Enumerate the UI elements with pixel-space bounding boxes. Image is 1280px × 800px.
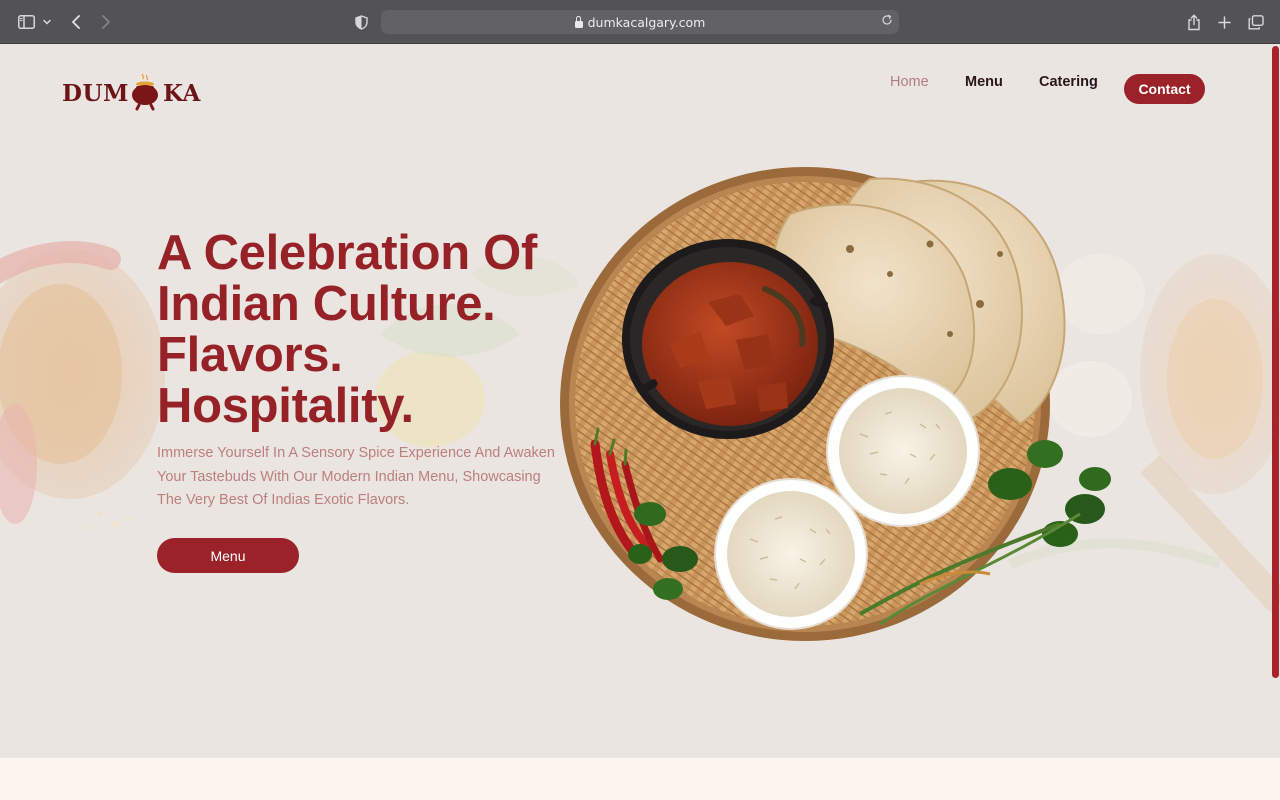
logo[interactable]: DUM KA — [62, 72, 212, 112]
headline-line: Indian Culture. — [157, 277, 496, 331]
nav-home-link[interactable]: Home — [890, 74, 929, 90]
reload-icon[interactable] — [881, 14, 893, 29]
next-section — [0, 758, 1280, 800]
nav-menu-link[interactable]: Menu — [965, 74, 1003, 90]
headline-line: Flavors. — [157, 328, 343, 382]
hero-subtext: Immerse Yourself In A Sensory Spice Expe… — [157, 445, 555, 508]
new-tab-icon[interactable] — [1216, 11, 1232, 33]
chevron-down-icon[interactable] — [42, 11, 52, 33]
tabs-overview-icon[interactable] — [1247, 11, 1265, 33]
hero-headline: A Celebration Of Indian Culture. Flavors… — [157, 228, 587, 432]
page-viewport: DUM KA Home Menu Catering Contact A Cele… — [0, 44, 1280, 800]
lock-icon — [574, 15, 583, 28]
contact-button[interactable]: Contact — [1124, 74, 1205, 104]
share-icon[interactable] — [1186, 11, 1202, 33]
address-bar[interactable]: dumkacalgary.com — [381, 10, 899, 34]
browser-toolbar: dumkacalgary.com — [0, 0, 1280, 44]
scrollbar[interactable] — [1272, 46, 1279, 678]
hero-section: DUM KA Home Menu Catering Contact A Cele… — [0, 44, 1280, 758]
sidebar-icon[interactable] — [17, 11, 35, 33]
logo-text-right: KA — [163, 80, 201, 107]
menu-cta-button[interactable]: Menu — [157, 538, 299, 573]
food-platter-image — [560, 167, 1111, 641]
clay-pot-icon — [128, 72, 162, 112]
shield-icon[interactable] — [353, 11, 369, 33]
back-icon[interactable] — [68, 11, 84, 33]
headline-line: Hospitality. — [157, 379, 414, 433]
headline-line: A Celebration Of — [157, 226, 537, 280]
nav-catering-link[interactable]: Catering — [1039, 74, 1098, 90]
logo-text-left: DUM — [62, 80, 129, 107]
forward-icon[interactable] — [98, 11, 114, 33]
url-text: dumkacalgary.com — [587, 14, 706, 30]
